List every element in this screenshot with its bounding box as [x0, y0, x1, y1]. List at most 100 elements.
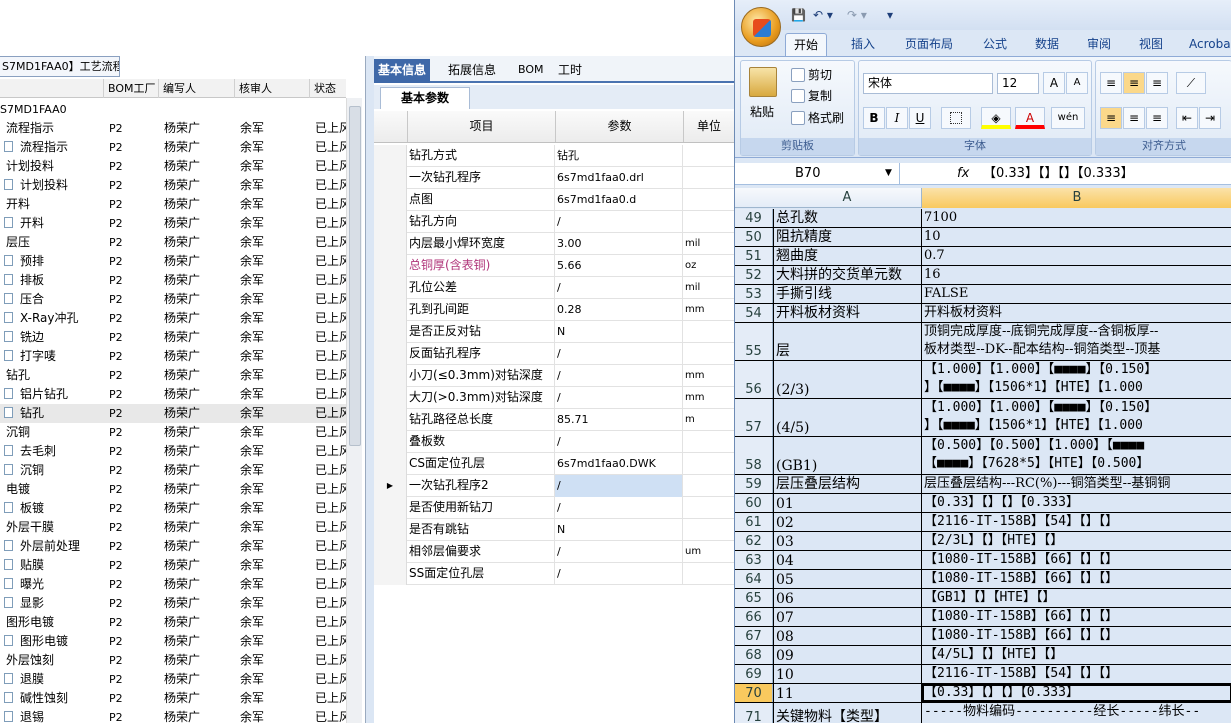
- row-indicator[interactable]: [374, 321, 407, 343]
- insert-function-button[interactable]: fx: [957, 163, 977, 184]
- font-color-button[interactable]: A: [1015, 107, 1045, 129]
- phonetic-button[interactable]: wén: [1051, 107, 1085, 129]
- tab-insert[interactable]: 插入: [843, 33, 883, 56]
- tree-row[interactable]: 钻孔 P2 杨荣广 余军 已上风: [0, 404, 351, 423]
- tab-formulas[interactable]: 公式: [975, 33, 1015, 56]
- cell-a[interactable]: 层: [773, 323, 922, 360]
- cell-b[interactable]: 【0.33】【】【】【0.333】: [922, 684, 1231, 702]
- param-value[interactable]: /: [555, 387, 683, 409]
- param-row[interactable]: SS面定位孔层 /: [374, 563, 734, 585]
- tab-page-layout[interactable]: 页面布局: [897, 33, 961, 56]
- param-value[interactable]: N: [555, 519, 683, 541]
- font-size-select[interactable]: 12: [997, 73, 1039, 94]
- tree-row[interactable]: 图形电镀 P2 杨荣广 余军 已上风: [0, 632, 351, 651]
- cell-b[interactable]: 【1080-IT-158B】【66】【】【】: [922, 627, 1231, 645]
- param-value[interactable]: 85.71: [555, 409, 683, 431]
- param-value[interactable]: 3.00: [555, 233, 683, 255]
- row-header[interactable]: 52: [735, 266, 773, 284]
- row-header[interactable]: 64: [735, 570, 773, 588]
- row-indicator[interactable]: [374, 189, 407, 211]
- cell-b[interactable]: 【2/3L】【】【HTE】【】: [922, 532, 1231, 550]
- param-value[interactable]: /: [555, 541, 683, 563]
- param-value[interactable]: 6s7md1faa0.drl: [555, 167, 683, 189]
- row-header[interactable]: 51: [735, 247, 773, 265]
- row-indicator[interactable]: [374, 541, 407, 563]
- tree-row[interactable]: 开料 P2 杨荣广 余军 已上风: [0, 195, 351, 214]
- row-header[interactable]: 63: [735, 551, 773, 569]
- param-row[interactable]: 点图 6s7md1faa0.d: [374, 189, 734, 211]
- cell-a[interactable]: 手撕引线: [773, 285, 922, 303]
- cell-b[interactable]: 层压叠层结构---RC(%)---铜箔类型--基铜铜: [922, 475, 1231, 493]
- row-indicator[interactable]: [374, 365, 407, 387]
- row-indicator[interactable]: [374, 453, 407, 475]
- align-right-icon[interactable]: ≡: [1146, 107, 1168, 129]
- border-button[interactable]: [941, 107, 971, 129]
- tab-extended-info[interactable]: 拓展信息: [444, 59, 500, 83]
- column-header-b[interactable]: B: [922, 188, 1231, 208]
- tree-row[interactable]: 电镀 P2 杨荣广 余军 已上风: [0, 480, 351, 499]
- param-row[interactable]: 小刀(≤0.3mm)对钻深度 / mm: [374, 365, 734, 387]
- save-icon[interactable]: 💾: [791, 8, 806, 24]
- undo-button[interactable]: ↶ ▾: [813, 8, 833, 24]
- cell-b[interactable]: 【2116-IT-158B】【54】【】【】: [922, 665, 1231, 683]
- tree-row[interactable]: 板镀 P2 杨荣广 余军 已上风: [0, 499, 351, 518]
- fill-color-button[interactable]: ◈: [981, 107, 1011, 129]
- param-row[interactable]: 总铜厚(含表铜) 5.66 oz: [374, 255, 734, 277]
- cell-b[interactable]: 7100: [922, 209, 1231, 227]
- param-row[interactable]: 孔位公差 / mil: [374, 277, 734, 299]
- tab-data[interactable]: 数据: [1027, 33, 1067, 56]
- row-indicator[interactable]: [374, 211, 407, 233]
- tree-row[interactable]: 图形电镀 P2 杨荣广 余军 已上风: [0, 613, 351, 632]
- row-indicator[interactable]: ▶: [374, 475, 407, 497]
- cell-b[interactable]: 【1080-IT-158B】【66】【】【】: [922, 608, 1231, 626]
- row-header[interactable]: 66: [735, 608, 773, 626]
- cell-b[interactable]: 【2116-IT-158B】【54】【】【】: [922, 513, 1231, 531]
- cell-b[interactable]: 【1080-IT-158B】【66】【】【】: [922, 551, 1231, 569]
- align-center-icon[interactable]: ≡: [1123, 107, 1145, 129]
- cell-a[interactable]: 层压叠层结构: [773, 475, 922, 493]
- cell-a[interactable]: 11: [773, 684, 922, 702]
- param-row[interactable]: ▶ 一次钻孔程序2/: [374, 475, 734, 497]
- tree-row[interactable]: 外层蚀刻 P2 杨荣广 余军 已上风: [0, 651, 351, 670]
- tree-row[interactable]: 铝片钻孔 P2 杨荣广 余军 已上风: [0, 385, 351, 404]
- name-box[interactable]: B70: [735, 163, 900, 185]
- header-reviewer[interactable]: 核审人: [234, 79, 309, 98]
- tree-row[interactable]: 流程指示 P2 杨荣广 余军 已上风: [0, 119, 351, 138]
- param-row[interactable]: 钻孔路径总长度 85.71 m: [374, 409, 734, 431]
- param-value[interactable]: 钻孔: [555, 145, 683, 167]
- tree-row[interactable]: 显影 P2 杨荣广 余军 已上风: [0, 594, 351, 613]
- row-header[interactable]: 53: [735, 285, 773, 303]
- row-header[interactable]: 50: [735, 228, 773, 246]
- orientation-icon[interactable]: ⟋: [1176, 72, 1206, 94]
- cell-a[interactable]: 05: [773, 570, 922, 588]
- row-indicator[interactable]: [374, 387, 407, 409]
- tree-row[interactable]: 铣边 P2 杨荣广 余军 已上风: [0, 328, 351, 347]
- row-indicator[interactable]: [374, 233, 407, 255]
- row-header[interactable]: 59: [735, 475, 773, 493]
- tree-row[interactable]: 层压 P2 杨荣广 余军 已上风: [0, 233, 351, 252]
- row-header[interactable]: 68: [735, 646, 773, 664]
- tab-acrobat[interactable]: Acroba: [1181, 33, 1231, 56]
- param-row[interactable]: 一次钻孔程序 6s7md1faa0.drl: [374, 167, 734, 189]
- tab-basic-info[interactable]: 基本信息: [374, 59, 431, 83]
- font-name-select[interactable]: 宋体: [863, 73, 993, 94]
- row-indicator[interactable]: [374, 497, 407, 519]
- cut-button[interactable]: 剪切: [791, 66, 832, 83]
- cell-b[interactable]: 开料板材资料: [922, 304, 1231, 322]
- cell-a[interactable]: 01: [773, 494, 922, 512]
- tree-row[interactable]: 贴膜 P2 杨荣广 余军 已上风: [0, 556, 351, 575]
- row-header[interactable]: 57: [735, 399, 773, 436]
- param-row[interactable]: 叠板数 /: [374, 431, 734, 453]
- tree-row[interactable]: 预排 P2 杨荣广 余军 已上风: [0, 252, 351, 271]
- cell-a[interactable]: 阻抗精度: [773, 228, 922, 246]
- tree-row[interactable]: 压合 P2 杨荣广 余军 已上风: [0, 290, 351, 309]
- cell-a[interactable]: 10: [773, 665, 922, 683]
- row-header[interactable]: 55: [735, 323, 773, 360]
- cell-a[interactable]: 关键物料【类型】: [773, 703, 922, 723]
- param-value[interactable]: N: [555, 321, 683, 343]
- param-row[interactable]: 大刀(>0.3mm)对钻深度 / mm: [374, 387, 734, 409]
- tree-row[interactable]: X-Ray冲孔 P2 杨荣广 余军 已上风: [0, 309, 351, 328]
- header-param[interactable]: 参数: [555, 111, 683, 142]
- cell-a[interactable]: 大料拼的交货单元数: [773, 266, 922, 284]
- cell-b[interactable]: 【0.33】【】【】【0.333】: [922, 494, 1231, 512]
